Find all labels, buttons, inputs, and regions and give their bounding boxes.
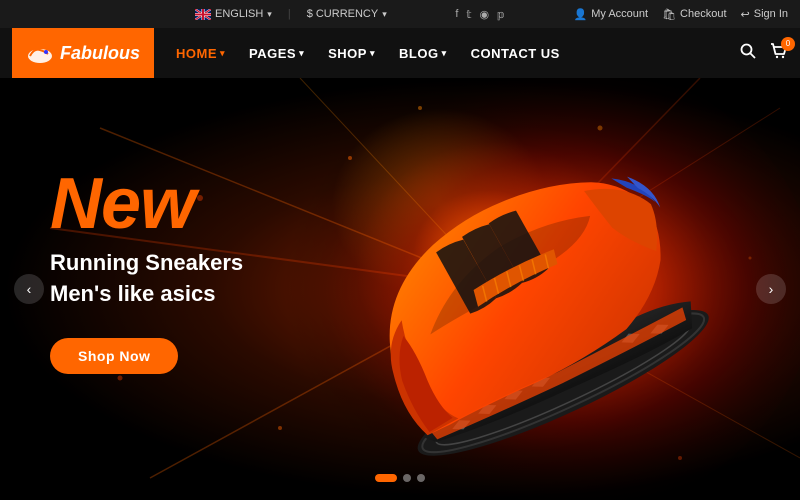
cart-button[interactable]: 0 — [770, 43, 788, 64]
prev-slide-button[interactable]: ‹ — [14, 274, 44, 304]
instagram-icon[interactable]: ◉ — [480, 8, 490, 21]
main-nav: Fabulous HOME ▾ PAGES ▾ SHOP ▾ BLOG ▾ CO… — [0, 28, 800, 78]
separator: | — [288, 8, 291, 20]
facebook-icon[interactable]: f — [455, 8, 458, 20]
nav-item-home[interactable]: HOME ▾ — [166, 40, 235, 67]
currency-selector[interactable]: $ CURRENCY ▾ — [307, 8, 387, 20]
flag-icon — [195, 9, 211, 20]
nav-right: 0 — [740, 43, 788, 64]
logo-text: Fabulous — [60, 43, 140, 64]
cart-badge: 0 — [781, 37, 795, 51]
hero-subtitle: Running Sneakers Men's like asics — [50, 248, 243, 310]
hero-content: New Running Sneakers Men's like asics Sh… — [50, 168, 243, 374]
nav-item-pages[interactable]: PAGES ▾ — [239, 40, 314, 67]
social-icons: f 𝕥 ◉ 𝕡 — [455, 8, 505, 21]
nav-item-contact[interactable]: CONTACT US — [461, 40, 570, 67]
slide-indicators — [375, 474, 425, 482]
nav-item-shop[interactable]: SHOP ▾ — [318, 40, 385, 67]
hero-new-text: New — [50, 168, 243, 240]
signin-link[interactable]: ↩ Sign In — [741, 8, 788, 21]
checkout-link[interactable]: 🛍 Checkout — [662, 8, 726, 21]
shop-now-button[interactable]: Shop Now — [50, 338, 178, 374]
currency-chevron: ▾ — [382, 9, 387, 20]
pages-chevron: ▾ — [299, 48, 304, 59]
hero-section: New Running Sneakers Men's like asics Sh… — [0, 78, 800, 500]
checkout-icon: 🛍 — [662, 8, 676, 21]
sneaker-svg — [320, 108, 740, 468]
my-account-link[interactable]: 👤 My Account — [574, 8, 649, 21]
top-bar-left: ENGLISH ▾ | $ CURRENCY ▾ — [195, 8, 387, 20]
slide-dot-2[interactable] — [403, 474, 411, 482]
search-button[interactable] — [740, 43, 756, 64]
language-selector[interactable]: ENGLISH ▾ — [195, 8, 272, 20]
pinterest-icon[interactable]: 𝕡 — [497, 8, 505, 21]
logo-icon — [26, 42, 54, 64]
nav-links: HOME ▾ PAGES ▾ SHOP ▾ BLOG ▾ CONTACT US — [166, 40, 740, 67]
shop-chevron: ▾ — [370, 48, 375, 59]
slide-dot-1[interactable] — [375, 474, 397, 482]
signin-icon: ↩ — [741, 8, 750, 21]
home-chevron: ▾ — [220, 48, 225, 59]
nav-item-blog[interactable]: BLOG ▾ — [389, 40, 457, 67]
slide-dot-3[interactable] — [417, 474, 425, 482]
top-bar: ENGLISH ▾ | $ CURRENCY ▾ f 𝕥 ◉ 𝕡 👤 My Ac… — [0, 0, 800, 28]
language-chevron: ▾ — [267, 9, 272, 20]
twitter-icon[interactable]: 𝕥 — [466, 8, 471, 21]
logo[interactable]: Fabulous — [12, 28, 154, 78]
search-icon — [740, 43, 756, 59]
blog-chevron: ▾ — [442, 48, 447, 59]
top-bar-right: 👤 My Account 🛍 Checkout ↩ Sign In — [574, 8, 788, 21]
next-slide-button[interactable]: › — [756, 274, 786, 304]
sneaker-image — [320, 108, 740, 468]
user-icon: 👤 — [574, 8, 588, 21]
